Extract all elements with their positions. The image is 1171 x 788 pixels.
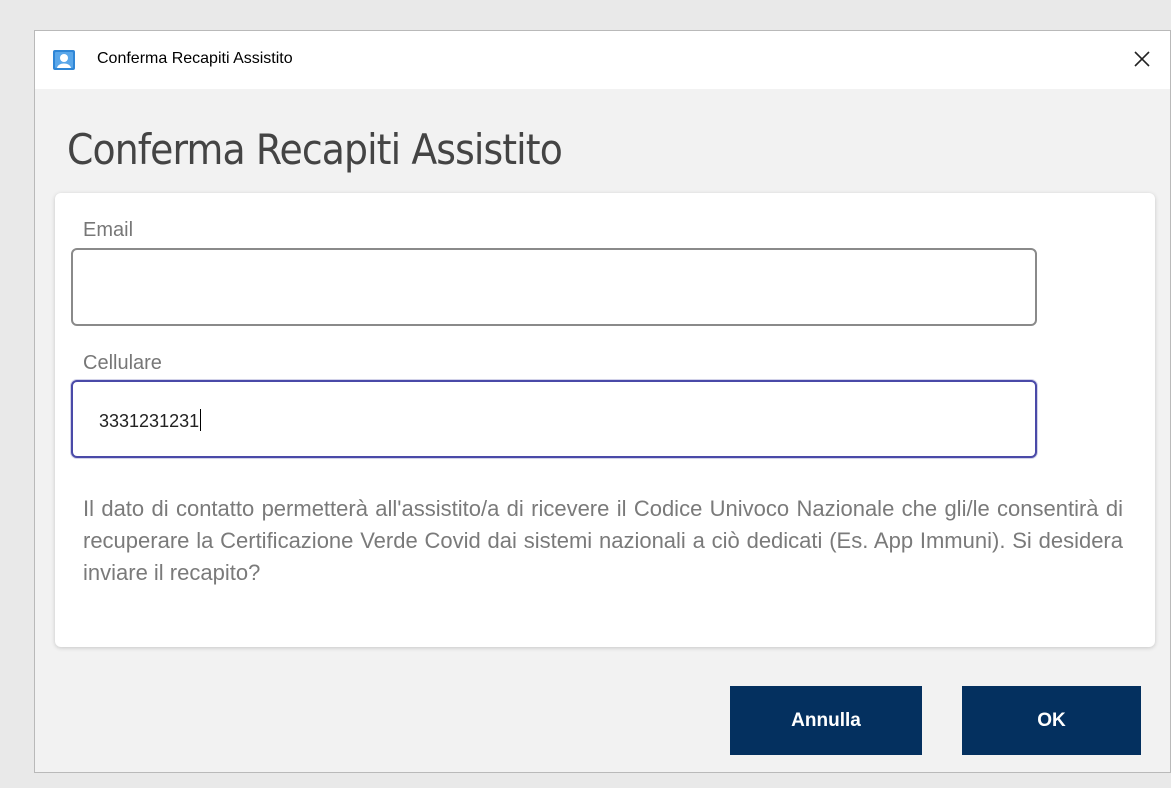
ok-button[interactable]: OK (962, 686, 1141, 755)
close-button[interactable] (1128, 45, 1156, 73)
dialog-heading: Conferma Recapiti Assistito (67, 125, 563, 174)
info-message: Il dato di contatto permetterà all'assis… (83, 496, 1123, 585)
email-label: Email (83, 219, 134, 241)
cellulare-value: 3331231231 (99, 409, 202, 432)
cellulare-label: Cellulare (83, 352, 162, 374)
text-caret (200, 409, 202, 431)
email-field[interactable] (71, 248, 1037, 326)
close-icon[interactable] (1128, 45, 1156, 73)
cancel-button[interactable]: Annulla (730, 686, 922, 755)
window-title: Conferma Recapiti Assistito (97, 50, 293, 67)
form-card: Email Cellulare 3331231231 Il dato di co… (55, 193, 1155, 647)
person-card-icon (53, 50, 75, 70)
cellulare-field[interactable]: 3331231231 (71, 380, 1037, 458)
cellulare-text: 3331231231 (99, 411, 200, 431)
title-bar: Conferma Recapiti Assistito (35, 31, 1170, 89)
dialog-window: Conferma Recapiti Assistito Conferma Rec… (34, 30, 1171, 773)
